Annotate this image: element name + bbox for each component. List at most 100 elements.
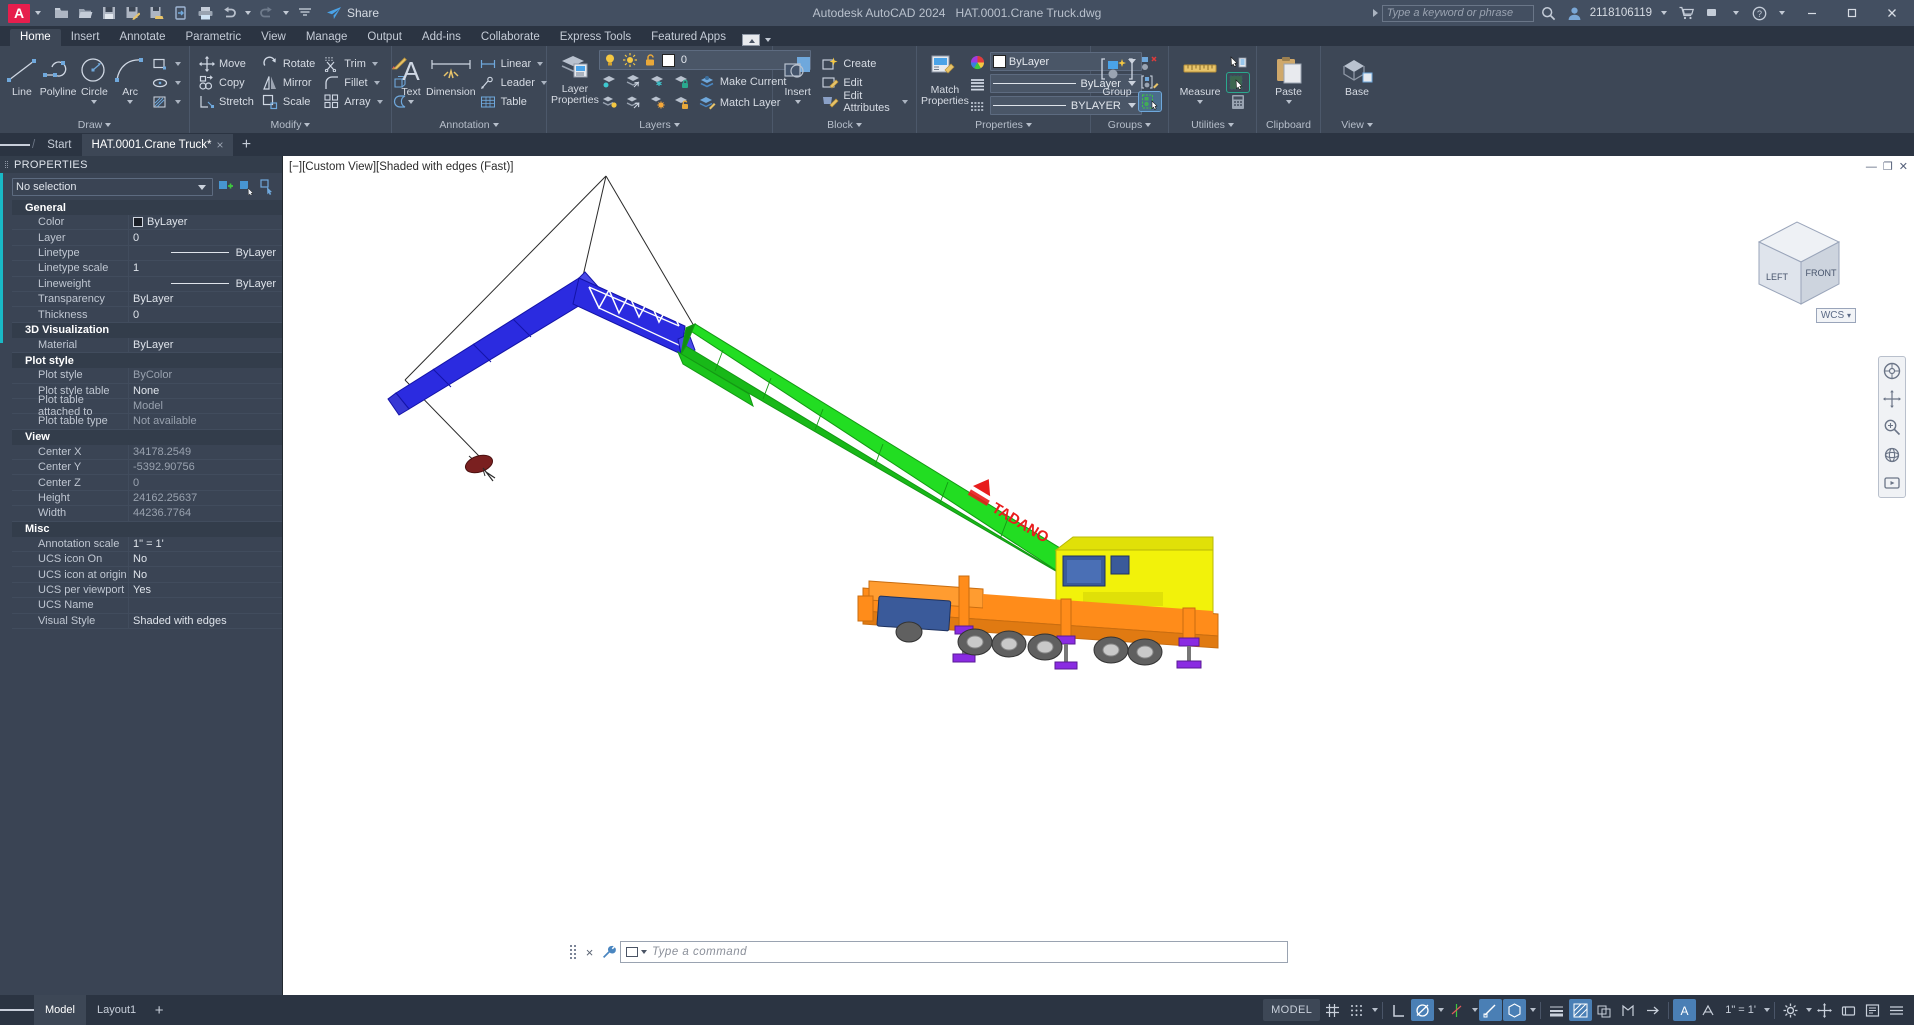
pan-icon[interactable] — [1881, 388, 1903, 410]
ribbon-tab-collaborate[interactable]: Collaborate — [471, 29, 550, 46]
ribbon-tab-featured-apps[interactable]: Featured Apps — [641, 29, 736, 46]
3d-object-snap-toggle[interactable] — [1503, 999, 1527, 1021]
layer-turn-on-button[interactable] — [623, 93, 645, 112]
start-tab[interactable]: Start — [37, 134, 81, 156]
minimize-button[interactable] — [1794, 0, 1830, 26]
rectangle-dropdown-icon[interactable] — [174, 61, 181, 66]
customization-icon[interactable] — [1885, 999, 1908, 1021]
fillet-button[interactable]: Fillet — [319, 73, 386, 92]
ribbon-tab-home[interactable]: Home — [10, 29, 61, 46]
open-file-icon[interactable] — [74, 3, 96, 23]
panel-label-annotation[interactable]: Annotation — [392, 117, 546, 133]
ribbon-minimize-icon[interactable] — [741, 34, 760, 46]
circle-button[interactable]: Circle — [77, 52, 113, 114]
ungroup-button[interactable] — [1139, 54, 1161, 73]
paste-dropdown-icon[interactable] — [1285, 99, 1292, 104]
property-row-transparency[interactable]: Transparency ByLayer — [12, 291, 282, 308]
property-group-3d-visualization[interactable]: 3D Visualization — [12, 322, 282, 338]
create-block-button[interactable]: Create — [818, 54, 912, 73]
panel-label-properties[interactable]: Properties — [917, 117, 1090, 133]
property-row-visual-style[interactable]: Visual Style Shaded with edges — [12, 613, 282, 629]
steering-wheel-icon[interactable] — [1881, 360, 1903, 382]
export-icon[interactable] — [170, 3, 192, 23]
mirror-button[interactable]: Mirror — [258, 73, 319, 92]
search-icon[interactable] — [1538, 3, 1560, 23]
match-properties-button[interactable]: Match Properties — [921, 50, 969, 112]
help-caret-icon[interactable] — [1779, 11, 1785, 15]
orbit-icon[interactable] — [1881, 444, 1903, 466]
redo-dropdown-icon[interactable] — [283, 11, 289, 15]
property-row-annotation-scale[interactable]: Annotation scale 1" = 1' — [12, 536, 282, 553]
search-input[interactable] — [1381, 4, 1534, 22]
drawing-tab[interactable]: HAT.0001.Crane Truck* × — [81, 134, 234, 156]
quick-select-button[interactable] — [1227, 54, 1249, 73]
layer-unlock-button[interactable] — [671, 93, 693, 112]
fillet-dropdown-icon[interactable] — [373, 80, 380, 85]
property-value-cell[interactable]: ByLayer — [129, 215, 282, 229]
restore-button[interactable] — [1834, 0, 1870, 26]
dynamic-ucs-toggle[interactable] — [1617, 999, 1640, 1021]
select-similar-icon[interactable] — [238, 179, 255, 196]
pickadd-icon[interactable] — [259, 179, 276, 196]
zoom-extents-icon[interactable] — [1881, 416, 1903, 438]
ribbon-minimize-caret-icon[interactable] — [764, 38, 771, 42]
ribbon-tab-view[interactable]: View — [251, 29, 296, 46]
arc-button[interactable]: Arc — [112, 52, 148, 114]
property-row-center-x[interactable]: Center X 34178.2549 — [12, 444, 282, 461]
text-dropdown-icon[interactable] — [408, 99, 414, 104]
property-row-ucs-per-viewport[interactable]: UCS per viewport Yes — [12, 582, 282, 599]
command-input[interactable]: Type a command — [620, 941, 1288, 963]
polar-tracking-toggle[interactable] — [1411, 999, 1435, 1021]
grid-display-toggle[interactable] — [1321, 999, 1344, 1021]
ribbon-tab-manage[interactable]: Manage — [296, 29, 358, 46]
command-line-grip-icon[interactable] — [570, 943, 579, 961]
select-all-button[interactable] — [1226, 72, 1250, 93]
group-button[interactable]: Group — [1095, 52, 1139, 114]
panel-label-clipboard[interactable]: Clipboard — [1257, 117, 1320, 133]
osnap-dropdown-icon[interactable] — [1530, 1008, 1537, 1012]
redo-icon[interactable] — [256, 3, 278, 23]
model-space-button[interactable]: MODEL — [1263, 999, 1321, 1021]
layer-isolate-button[interactable] — [599, 72, 621, 91]
workspace-switching-icon[interactable] — [1779, 999, 1802, 1021]
customize-qat-icon[interactable] — [294, 3, 316, 23]
paste-button[interactable]: Paste — [1264, 52, 1314, 114]
command-line-close-icon[interactable]: × — [582, 943, 597, 961]
annotation-scale-button[interactable]: 1" = 1' — [1721, 999, 1760, 1021]
share-button[interactable]: Share — [326, 6, 379, 20]
property-row-center-z[interactable]: Center Z 0 — [12, 475, 282, 491]
ribbon-tab-insert[interactable]: Insert — [61, 29, 110, 46]
layout-menu-icon[interactable] — [0, 995, 34, 1025]
drawing-tab-close-icon[interactable]: × — [216, 138, 223, 152]
layer-color-swatch[interactable] — [661, 53, 675, 67]
property-group-misc[interactable]: Misc — [12, 521, 282, 537]
hatch-button[interactable] — [148, 92, 185, 111]
property-value-cell[interactable]: ByLayer — [129, 246, 282, 260]
wrench-icon[interactable] — [600, 943, 617, 961]
annotation-visibility-toggle[interactable]: A — [1673, 999, 1697, 1021]
command-prompt-icon[interactable] — [626, 947, 647, 957]
help-icon[interactable]: ? — [1748, 3, 1770, 23]
leader-dropdown-icon[interactable] — [540, 80, 547, 85]
property-row-center-y[interactable]: Center Y -5392.90756 — [12, 460, 282, 476]
panel-label-utilities[interactable]: Utilities — [1169, 117, 1256, 133]
object-snap-toggle[interactable] — [1479, 999, 1503, 1021]
add-layout-button[interactable]: + — [147, 995, 171, 1025]
selection-cycling-toggle[interactable] — [1593, 999, 1616, 1021]
object-color-icon[interactable] — [969, 55, 986, 70]
apps-icon[interactable] — [1702, 3, 1724, 23]
save-icon[interactable] — [98, 3, 120, 23]
linear-dim-button[interactable]: Linear — [476, 54, 551, 73]
match-layer-button[interactable]: Match Layer — [695, 93, 785, 112]
layer-thaw-button[interactable] — [647, 93, 669, 112]
autoscale-toggle[interactable] — [1697, 999, 1720, 1021]
property-row-height[interactable]: Height 24162.25637 — [12, 490, 282, 507]
bulb-on-icon[interactable] — [602, 53, 619, 68]
property-row-color[interactable]: Color ByLayer — [12, 215, 282, 231]
user-menu-caret-icon[interactable] — [1661, 11, 1667, 15]
autocad-logo-icon[interactable]: A — [8, 3, 30, 23]
property-row-ucs-icon-at-origin[interactable]: UCS icon at origin No — [12, 567, 282, 583]
drawing-canvas[interactable]: [−][Custom View][Shaded with edges (Fast… — [283, 156, 1914, 995]
property-row-material[interactable]: Material ByLayer — [12, 337, 282, 354]
stretch-button[interactable]: Stretch — [194, 92, 258, 111]
